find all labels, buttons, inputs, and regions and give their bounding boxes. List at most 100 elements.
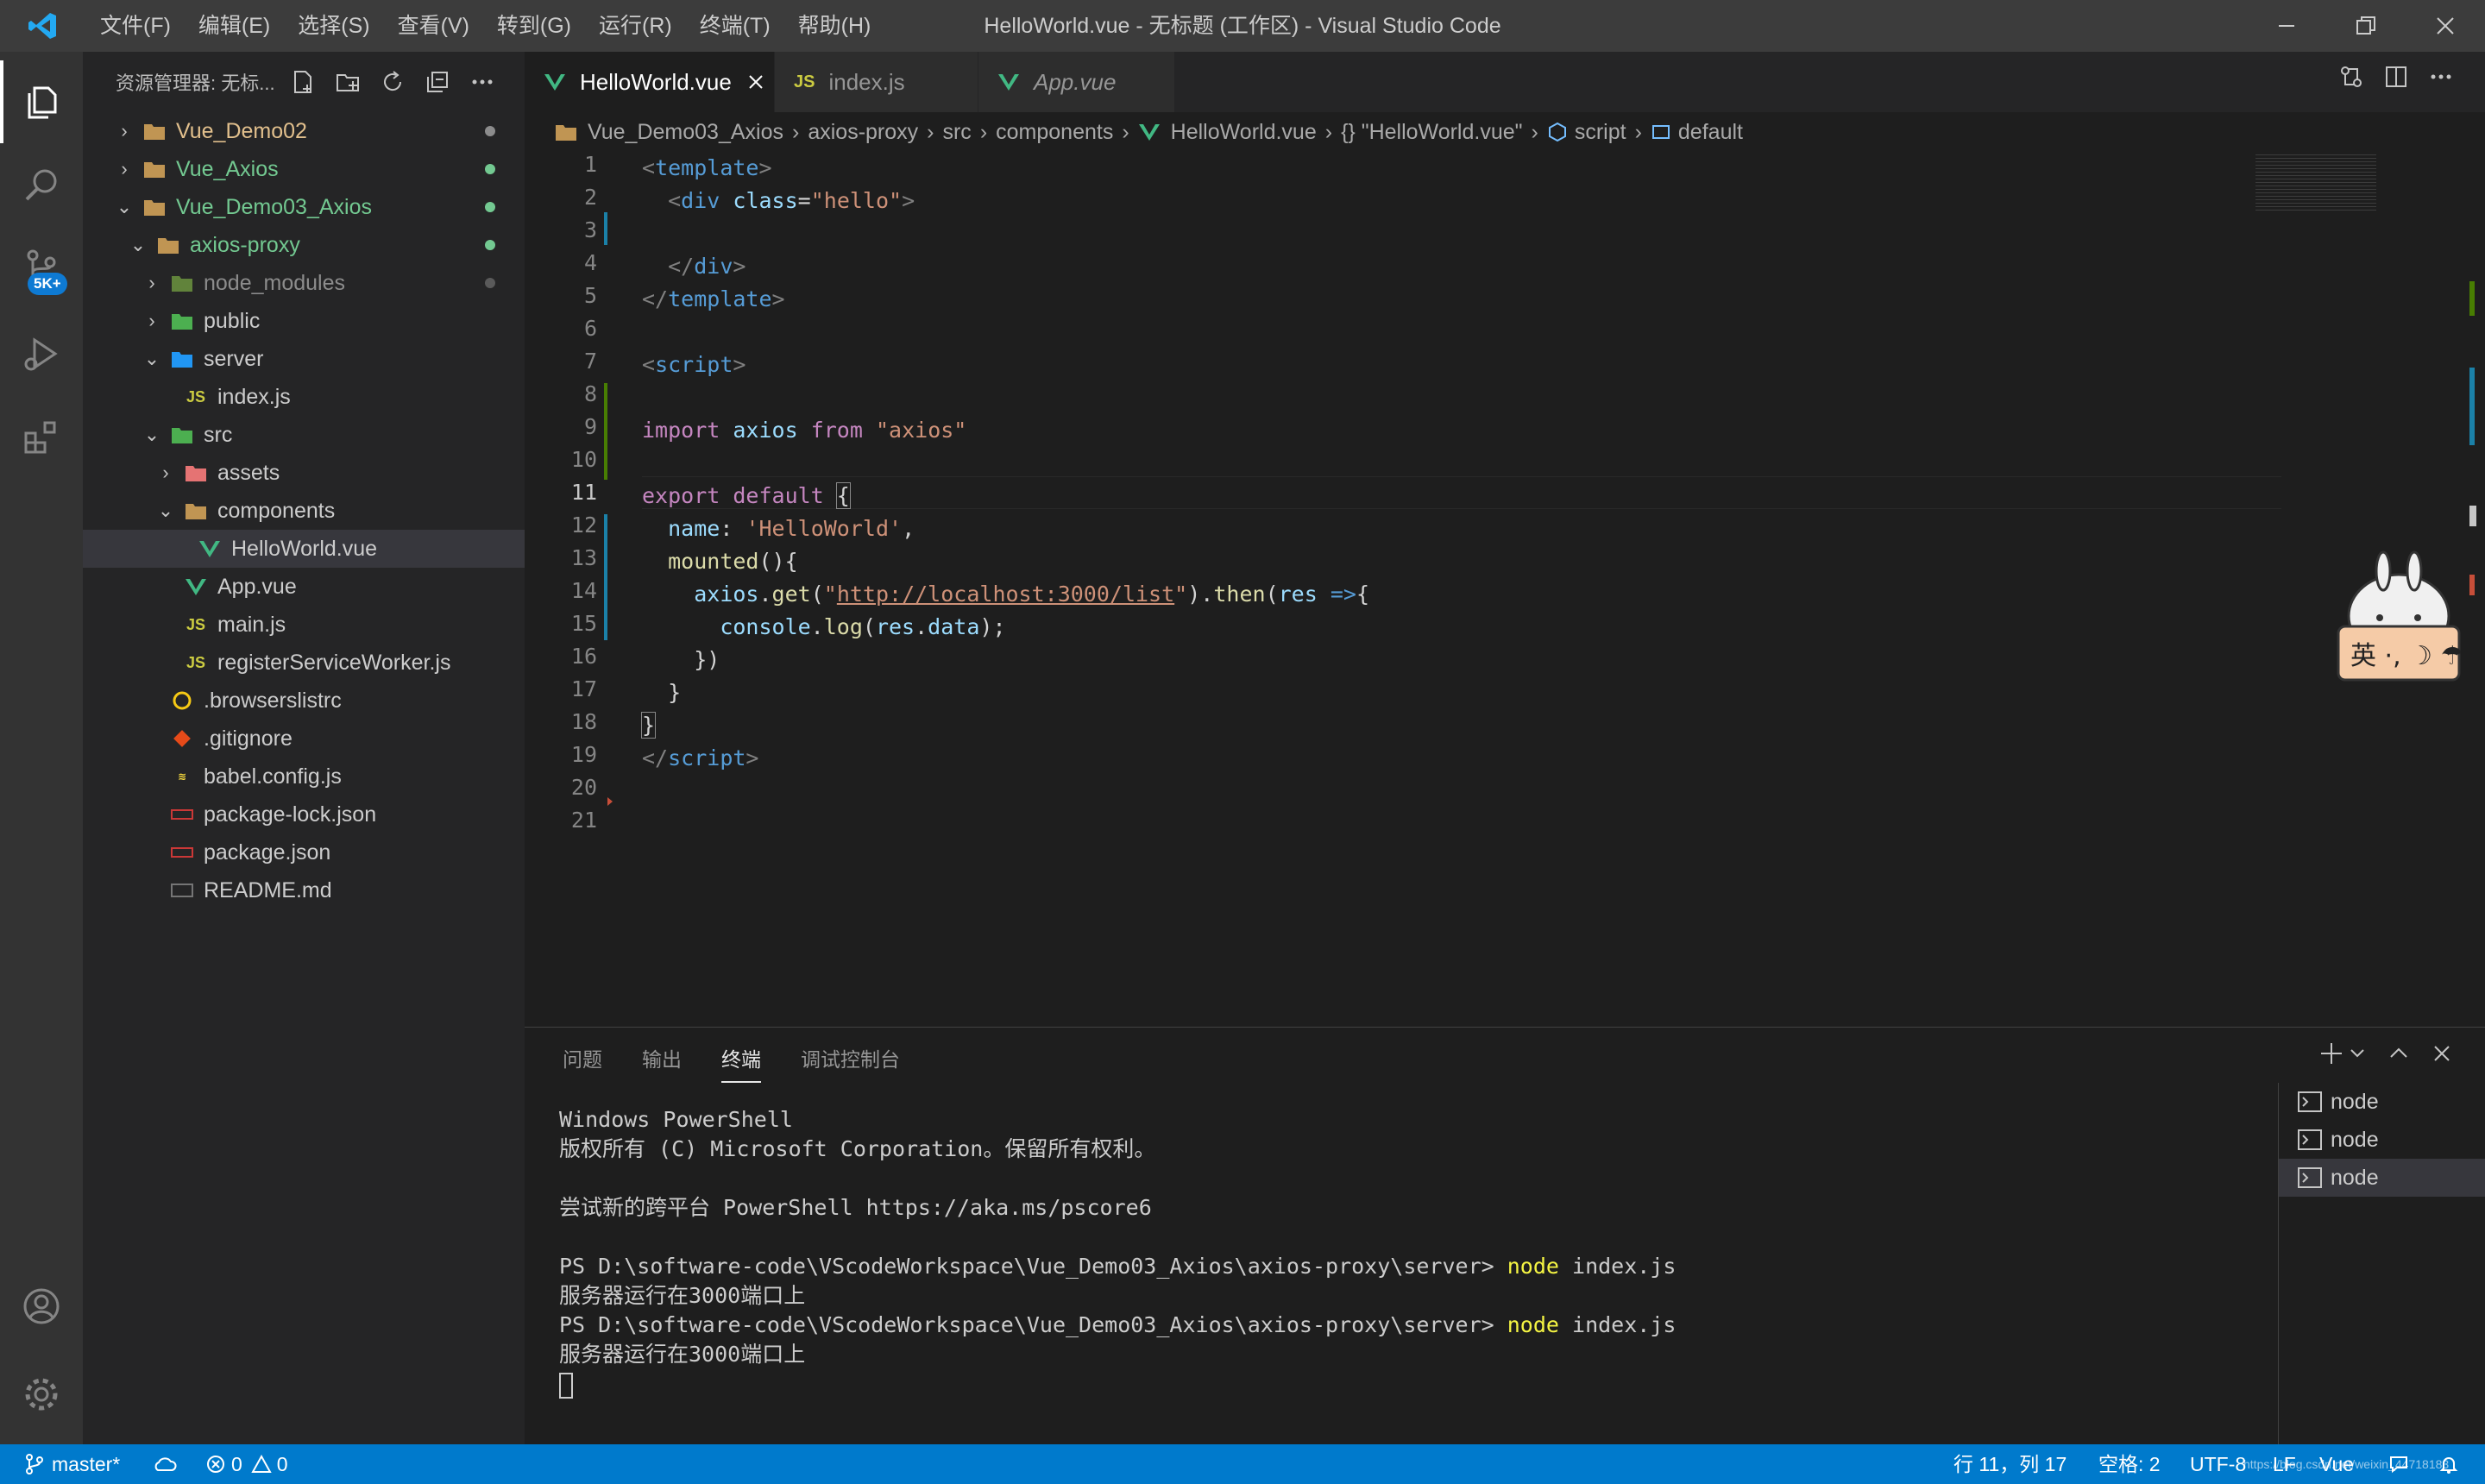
breadcrumb-item[interactable]: Vue_Demo03_Axios: [588, 120, 783, 145]
problems-indicator[interactable]: 0 0: [205, 1444, 288, 1484]
new-file-icon[interactable]: [290, 69, 316, 95]
menu-run[interactable]: 运行(R): [585, 0, 686, 52]
extensions-icon[interactable]: [0, 395, 83, 478]
line-number: 15: [570, 611, 597, 636]
tree-item-components[interactable]: ⌄ components: [83, 492, 525, 530]
tree-item-server[interactable]: ⌄ server: [83, 340, 525, 378]
symbol-class-icon: [1548, 122, 1566, 142]
code-line-9: import axios from "axios": [642, 418, 967, 443]
minimap[interactable]: 英 ·, ☽ ☂: [2250, 152, 2466, 1027]
menu-selection[interactable]: 选择(S): [284, 0, 383, 52]
new-folder-icon[interactable]: [335, 69, 361, 95]
tree-item-readme[interactable]: README.md: [83, 871, 525, 909]
open-changes-icon[interactable]: [2338, 64, 2364, 90]
line-number: 7: [583, 349, 597, 374]
tree-item-vue-axios[interactable]: › Vue_Axios: [83, 150, 525, 188]
run-debug-icon[interactable]: [0, 312, 83, 395]
maximize-panel-icon[interactable]: [2388, 1043, 2409, 1064]
sync-button[interactable]: [152, 1444, 178, 1484]
encoding[interactable]: UTF-8: [2190, 1444, 2246, 1484]
tree-item-src[interactable]: ⌄ src: [83, 416, 525, 454]
src-folder-icon: [169, 422, 195, 448]
tree-item-gitignore[interactable]: .gitignore: [83, 720, 525, 758]
tab-app-vue[interactable]: App.vue: [978, 52, 1175, 112]
chevron-down-icon: ⌄: [116, 196, 133, 217]
tree-label: server: [204, 346, 264, 371]
manage-gear-icon[interactable]: [0, 1353, 83, 1436]
notifications-button[interactable]: [2438, 1444, 2459, 1484]
tree-item-browserslistrc[interactable]: .browserslistrc: [83, 682, 525, 720]
restore-button[interactable]: [2326, 0, 2406, 52]
editor-scrollbar[interactable]: [2466, 152, 2485, 1027]
explorer-icon[interactable]: [0, 60, 83, 143]
menu-view[interactable]: 查看(V): [384, 0, 483, 52]
source-control-icon[interactable]: [0, 226, 83, 309]
panel-tab-debug-console[interactable]: 调试控制台: [801, 1043, 900, 1072]
tree-item-babel-config[interactable]: ≋ babel.config.js: [83, 758, 525, 795]
menu-file[interactable]: 文件(F): [86, 0, 185, 52]
tree-item-package-json[interactable]: package.json: [83, 833, 525, 871]
feedback-button[interactable]: [2388, 1444, 2409, 1484]
cursor-position[interactable]: 行 11，列 17: [1953, 1444, 2067, 1484]
tree-item-helloworld-vue[interactable]: HelloWorld.vue: [83, 530, 525, 568]
terminal-instance[interactable]: node: [2279, 1121, 2485, 1159]
gutter-deleted-marker: [607, 797, 613, 806]
branch-indicator[interactable]: master*: [24, 1444, 120, 1484]
tree-item-public[interactable]: › public: [83, 302, 525, 340]
menu-help[interactable]: 帮助(H): [784, 0, 885, 52]
chevron-down-icon[interactable]: [2349, 1045, 2366, 1062]
indentation[interactable]: 空格: 2: [2098, 1444, 2161, 1484]
chevron-right-icon: ›: [162, 462, 169, 483]
search-icon[interactable]: [0, 143, 83, 226]
overview-modified-marker: [2469, 368, 2475, 445]
close-window-button[interactable]: [2406, 0, 2485, 52]
tree-item-package-lock[interactable]: package-lock.json: [83, 795, 525, 833]
breadcrumb-item[interactable]: {} "HelloWorld.vue": [1341, 120, 1522, 145]
terminal-cursor[interactable]: [559, 1373, 573, 1399]
code-editor[interactable]: 1 2 3 4 5 6 7 8 9 10 11 12 13 14 15 16 1…: [525, 152, 2423, 1027]
tree-item-node-modules[interactable]: › node_modules: [83, 264, 525, 302]
tab-helloworld-vue[interactable]: HelloWorld.vue: [525, 52, 775, 112]
close-panel-icon[interactable]: [2432, 1043, 2452, 1064]
breadcrumb-item[interactable]: default: [1678, 120, 1743, 145]
close-tab-icon[interactable]: [747, 73, 764, 91]
tree-item-server-index-js[interactable]: JS index.js: [83, 378, 525, 416]
tree-item-app-vue[interactable]: App.vue: [83, 568, 525, 606]
breadcrumb-item[interactable]: src: [942, 120, 971, 145]
terminal-instance[interactable]: node: [2279, 1083, 2485, 1121]
minimize-button[interactable]: [2247, 0, 2326, 52]
menu-edit[interactable]: 编辑(E): [185, 0, 284, 52]
panel-tab-problems[interactable]: 问题: [563, 1043, 602, 1072]
tree-item-assets[interactable]: › assets: [83, 454, 525, 492]
url-link[interactable]: http://localhost:3000/list: [837, 582, 1174, 607]
chevron-right-icon: ›: [1634, 119, 1642, 144]
tree-item-vue-demo02[interactable]: › Vue_Demo02: [83, 112, 525, 150]
breadcrumb-item[interactable]: HelloWorld.vue: [1171, 120, 1317, 145]
panel-tab-terminal[interactable]: 终端: [721, 1043, 761, 1083]
code-line-19: </script>: [642, 745, 759, 770]
tab-index-js[interactable]: JS index.js: [775, 52, 978, 112]
refresh-icon[interactable]: [380, 69, 406, 95]
tree-item-axios-proxy[interactable]: ⌄ axios-proxy: [83, 226, 525, 264]
split-editor-icon[interactable]: [2383, 64, 2409, 90]
breadcrumb-item[interactable]: components: [996, 120, 1113, 145]
tree-item-main-js[interactable]: JS main.js: [83, 606, 525, 644]
code-line-11: export default {: [642, 482, 851, 509]
terminal-instance-active[interactable]: node: [2279, 1159, 2485, 1197]
panel-tab-output[interactable]: 输出: [642, 1043, 682, 1072]
more-actions-icon[interactable]: [2428, 64, 2454, 90]
menu-terminal[interactable]: 终端(T): [686, 0, 784, 52]
status-bar: master* 0 0 行 11，列 17 空格: 2 UTF-8 LF Vue…: [0, 1444, 2485, 1484]
tree-label: README.md: [204, 877, 332, 902]
more-actions-icon[interactable]: [469, 69, 495, 95]
collapse-all-icon[interactable]: [425, 69, 450, 95]
accounts-icon[interactable]: [0, 1265, 83, 1348]
chevron-right-icon: ›: [927, 119, 934, 144]
new-terminal-icon[interactable]: [2319, 1041, 2343, 1066]
breadcrumb-item[interactable]: axios-proxy: [808, 120, 918, 145]
tree-item-vue-demo03-axios[interactable]: ⌄ Vue_Demo03_Axios: [83, 188, 525, 226]
breadcrumb-item[interactable]: script: [1575, 120, 1626, 145]
menu-go[interactable]: 转到(G): [483, 0, 585, 52]
chevron-right-icon: ›: [1324, 119, 1333, 144]
tree-item-register-service-worker[interactable]: JS registerServiceWorker.js: [83, 644, 525, 682]
